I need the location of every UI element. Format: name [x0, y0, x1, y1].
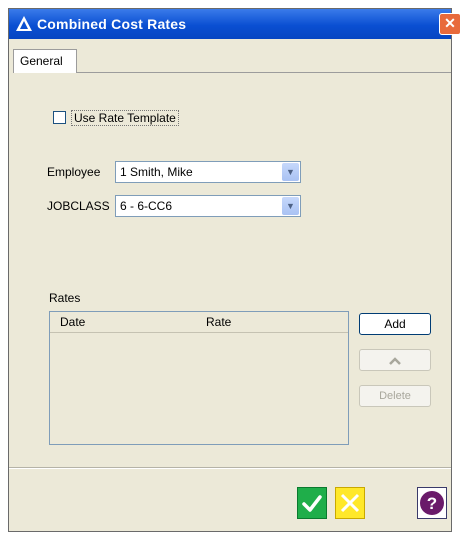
- tab-strip: General: [9, 39, 451, 73]
- jobclass-label: JOBCLASS: [47, 199, 110, 213]
- rates-table[interactable]: Date Rate: [49, 311, 349, 445]
- column-header-date[interactable]: Date: [60, 315, 85, 329]
- title-bar[interactable]: Combined Cost Rates ✕: [9, 9, 460, 39]
- close-icon: ✕: [444, 15, 456, 31]
- x-icon: [340, 493, 360, 513]
- close-button[interactable]: ✕: [439, 13, 460, 35]
- combined-cost-rates-window: Combined Cost Rates ✕ General Use Rate T…: [8, 8, 460, 532]
- ok-button[interactable]: [297, 487, 327, 519]
- tab-divider: [77, 72, 451, 73]
- help-button[interactable]: ?: [417, 487, 447, 519]
- tab-general[interactable]: General: [13, 49, 77, 73]
- chevron-down-icon[interactable]: ▼: [282, 197, 299, 215]
- tab-general-label: General: [20, 54, 63, 68]
- rates-table-header: Date Rate: [50, 312, 348, 333]
- rates-label: Rates: [49, 291, 81, 305]
- svg-text:?: ?: [427, 494, 437, 513]
- jobclass-select[interactable]: 6 - 6-CC6 ▼: [115, 195, 301, 217]
- add-button[interactable]: Add: [359, 313, 431, 335]
- employee-label: Employee: [47, 165, 101, 179]
- chevron-up-icon: [389, 357, 401, 365]
- move-up-button[interactable]: [359, 349, 431, 371]
- jobclass-value: 6 - 6-CC6: [120, 199, 173, 213]
- question-icon: ?: [420, 491, 444, 515]
- checkmark-icon: [302, 495, 322, 512]
- column-header-rate[interactable]: Rate: [206, 315, 231, 329]
- cancel-button[interactable]: [335, 487, 365, 519]
- use-rate-template-checkbox[interactable]: [53, 111, 66, 124]
- app-triangle-icon: [16, 16, 32, 31]
- use-rate-template-label[interactable]: Use Rate Template: [71, 110, 179, 126]
- chevron-down-icon[interactable]: ▼: [282, 163, 299, 181]
- footer-divider-highlight: [9, 468, 451, 469]
- employee-value: 1 Smith, Mike: [120, 165, 193, 179]
- delete-button[interactable]: Delete: [359, 385, 431, 407]
- window-title: Combined Cost Rates: [37, 16, 187, 32]
- employee-select[interactable]: 1 Smith, Mike ▼: [115, 161, 301, 183]
